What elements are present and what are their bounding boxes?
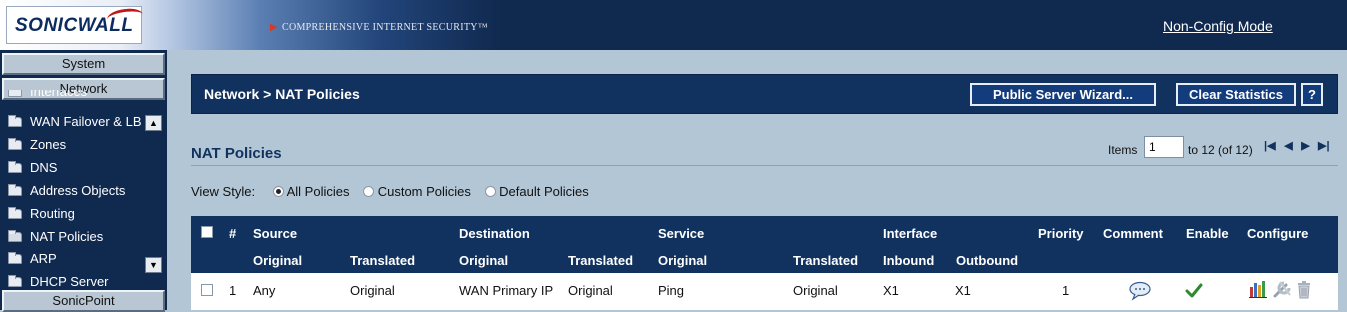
sidebar-item-nat-policies[interactable]: NAT Policies [8, 227, 103, 247]
cell-destination-original: WAN Primary IP [459, 283, 554, 298]
col-comment: Comment [1103, 226, 1163, 241]
sidebar-item-dns[interactable]: DNS [8, 158, 57, 178]
sidebar-item-routing[interactable]: Routing [8, 204, 75, 224]
sidebar-item-label: DHCP Server [30, 274, 109, 289]
section-divider [191, 165, 1338, 166]
breadcrumb: Network > NAT Policies [204, 86, 360, 102]
cell-source-original: Any [253, 283, 276, 298]
items-start-input[interactable] [1144, 136, 1184, 158]
col-enable: Enable [1186, 226, 1229, 241]
col-source-translated: Translated [350, 253, 416, 268]
col-interface-inbound: Inbound [883, 253, 935, 268]
comment-icon[interactable] [1129, 281, 1151, 304]
sidebar-item-label: Address Objects [30, 183, 126, 198]
col-destination: Destination [459, 226, 530, 241]
items-label: Items [1108, 143, 1138, 157]
folder-open-icon [8, 230, 22, 242]
select-all-checkbox[interactable] [201, 226, 213, 238]
folder-icon [8, 138, 22, 150]
cell-number: 1 [229, 283, 237, 298]
sidebar-item-interfaces[interactable]: Interfaces [8, 90, 87, 106]
sidebar-item-label: NAT Policies [30, 229, 104, 244]
folder-icon [8, 184, 22, 196]
col-configure: Configure [1247, 226, 1309, 241]
sidebar: System Network Interfaces WAN Failover &… [0, 50, 167, 312]
main-content: Network > NAT Policies Public Server Wiz… [167, 50, 1347, 310]
radio-custom-policies-label[interactable]: Custom Policies [378, 184, 471, 199]
trash-icon [1296, 279, 1312, 302]
edit-tools-icon [1272, 278, 1294, 303]
prev-page-icon[interactable]: ◀ [1283, 139, 1294, 153]
folder-icon [8, 161, 22, 173]
sidebar-item-label: ARP [30, 251, 57, 266]
sidebar-item-address-objects[interactable]: Address Objects [8, 181, 125, 201]
col-priority: Priority [1038, 226, 1084, 241]
cell-source-translated: Original [350, 283, 395, 298]
cell-service-translated: Original [793, 283, 838, 298]
folder-icon [8, 115, 22, 127]
col-source-original: Original [253, 253, 303, 268]
statistics-icon[interactable] [1248, 279, 1268, 302]
sidebar-section-sonicpoint[interactable]: SonicPoint [2, 290, 165, 312]
tagline: ▶ COMPREHENSIVE INTERNET SECURITY™ [270, 22, 488, 33]
col-destination-original: Original [459, 253, 509, 268]
table-header: # Source Destination Service Interface P… [191, 216, 1338, 273]
col-interface: Interface [883, 226, 938, 241]
section-title: NAT Policies [191, 145, 282, 162]
sidebar-section-system[interactable]: System [2, 53, 165, 75]
sidebar-item-label: Interfaces [30, 90, 88, 99]
sidebar-item-arp[interactable]: ARP [8, 249, 57, 269]
items-range: to 12 (of 12) [1188, 143, 1253, 157]
page-titlebar: Network > NAT Policies Public Server Wiz… [191, 74, 1338, 114]
enabled-check-icon [1185, 282, 1203, 301]
sidebar-item-label: WAN Failover & LB [30, 114, 142, 129]
radio-default-policies-label[interactable]: Default Policies [499, 184, 589, 199]
non-config-mode-link[interactable]: Non-Config Mode [1163, 18, 1273, 34]
cell-interface-inbound: X1 [883, 283, 899, 298]
next-page-icon[interactable]: ▶ [1300, 139, 1311, 153]
col-service-original: Original [658, 253, 708, 268]
app-header: SONICWALL ▶ COMPREHENSIVE INTERNET SECURI… [0, 0, 1347, 50]
col-service: Service [658, 226, 705, 241]
logo-swoosh-icon [106, 6, 144, 28]
col-source: Source [253, 226, 298, 241]
tagline-arrow-icon: ▶ [270, 22, 278, 33]
row-checkbox[interactable] [201, 284, 213, 296]
sidebar-item-dhcp-server[interactable]: DHCP Server [8, 272, 109, 289]
cell-interface-outbound: X1 [955, 283, 971, 298]
public-server-wizard-button[interactable]: Public Server Wizard... [970, 83, 1156, 106]
col-interface-outbound: Outbound [956, 253, 1019, 268]
sidebar-item-label: Zones [30, 137, 67, 152]
scroll-up-button[interactable]: ▲ [145, 115, 162, 131]
sonicwall-logo: SONICWALL [6, 6, 144, 44]
help-button[interactable]: ? [1301, 83, 1323, 106]
col-number: # [229, 226, 237, 241]
cell-service-original: Ping [658, 283, 685, 298]
clear-statistics-button[interactable]: Clear Statistics [1176, 83, 1296, 106]
last-page-icon[interactable]: ▶| [1318, 139, 1330, 153]
folder-icon [8, 207, 22, 219]
first-page-icon[interactable]: |◀ [1264, 139, 1276, 153]
sidebar-item-wan-failover[interactable]: WAN Failover & LB [8, 112, 142, 132]
folder-icon [8, 90, 22, 97]
scroll-down-button[interactable]: ▼ [145, 257, 162, 273]
view-style-label: View Style: [191, 184, 256, 199]
sidebar-item-zones[interactable]: Zones [8, 135, 66, 155]
col-service-translated: Translated [793, 253, 859, 268]
col-destination-translated: Translated [568, 253, 634, 268]
radio-all-policies[interactable] [272, 186, 284, 197]
view-style-selector: View Style: All Policies Custom Policies… [191, 184, 589, 199]
sidebar-item-label: DNS [30, 160, 58, 175]
sidebar-item-label: Routing [30, 206, 75, 221]
logo-banner: SONICWALL ▶ COMPREHENSIVE INTERNET SECURI… [0, 0, 500, 50]
tagline-text: COMPREHENSIVE INTERNET SECURITY™ [282, 22, 488, 33]
radio-default-policies[interactable] [484, 186, 496, 197]
radio-custom-policies[interactable] [363, 186, 375, 197]
radio-all-policies-label[interactable]: All Policies [287, 184, 350, 199]
table-row[interactable]: 1 Any Original WAN Primary IP Original P… [191, 273, 1338, 310]
cell-priority: 1 [1062, 283, 1070, 298]
cell-destination-translated: Original [568, 283, 613, 298]
folder-icon [8, 252, 22, 264]
folder-icon [8, 275, 22, 287]
